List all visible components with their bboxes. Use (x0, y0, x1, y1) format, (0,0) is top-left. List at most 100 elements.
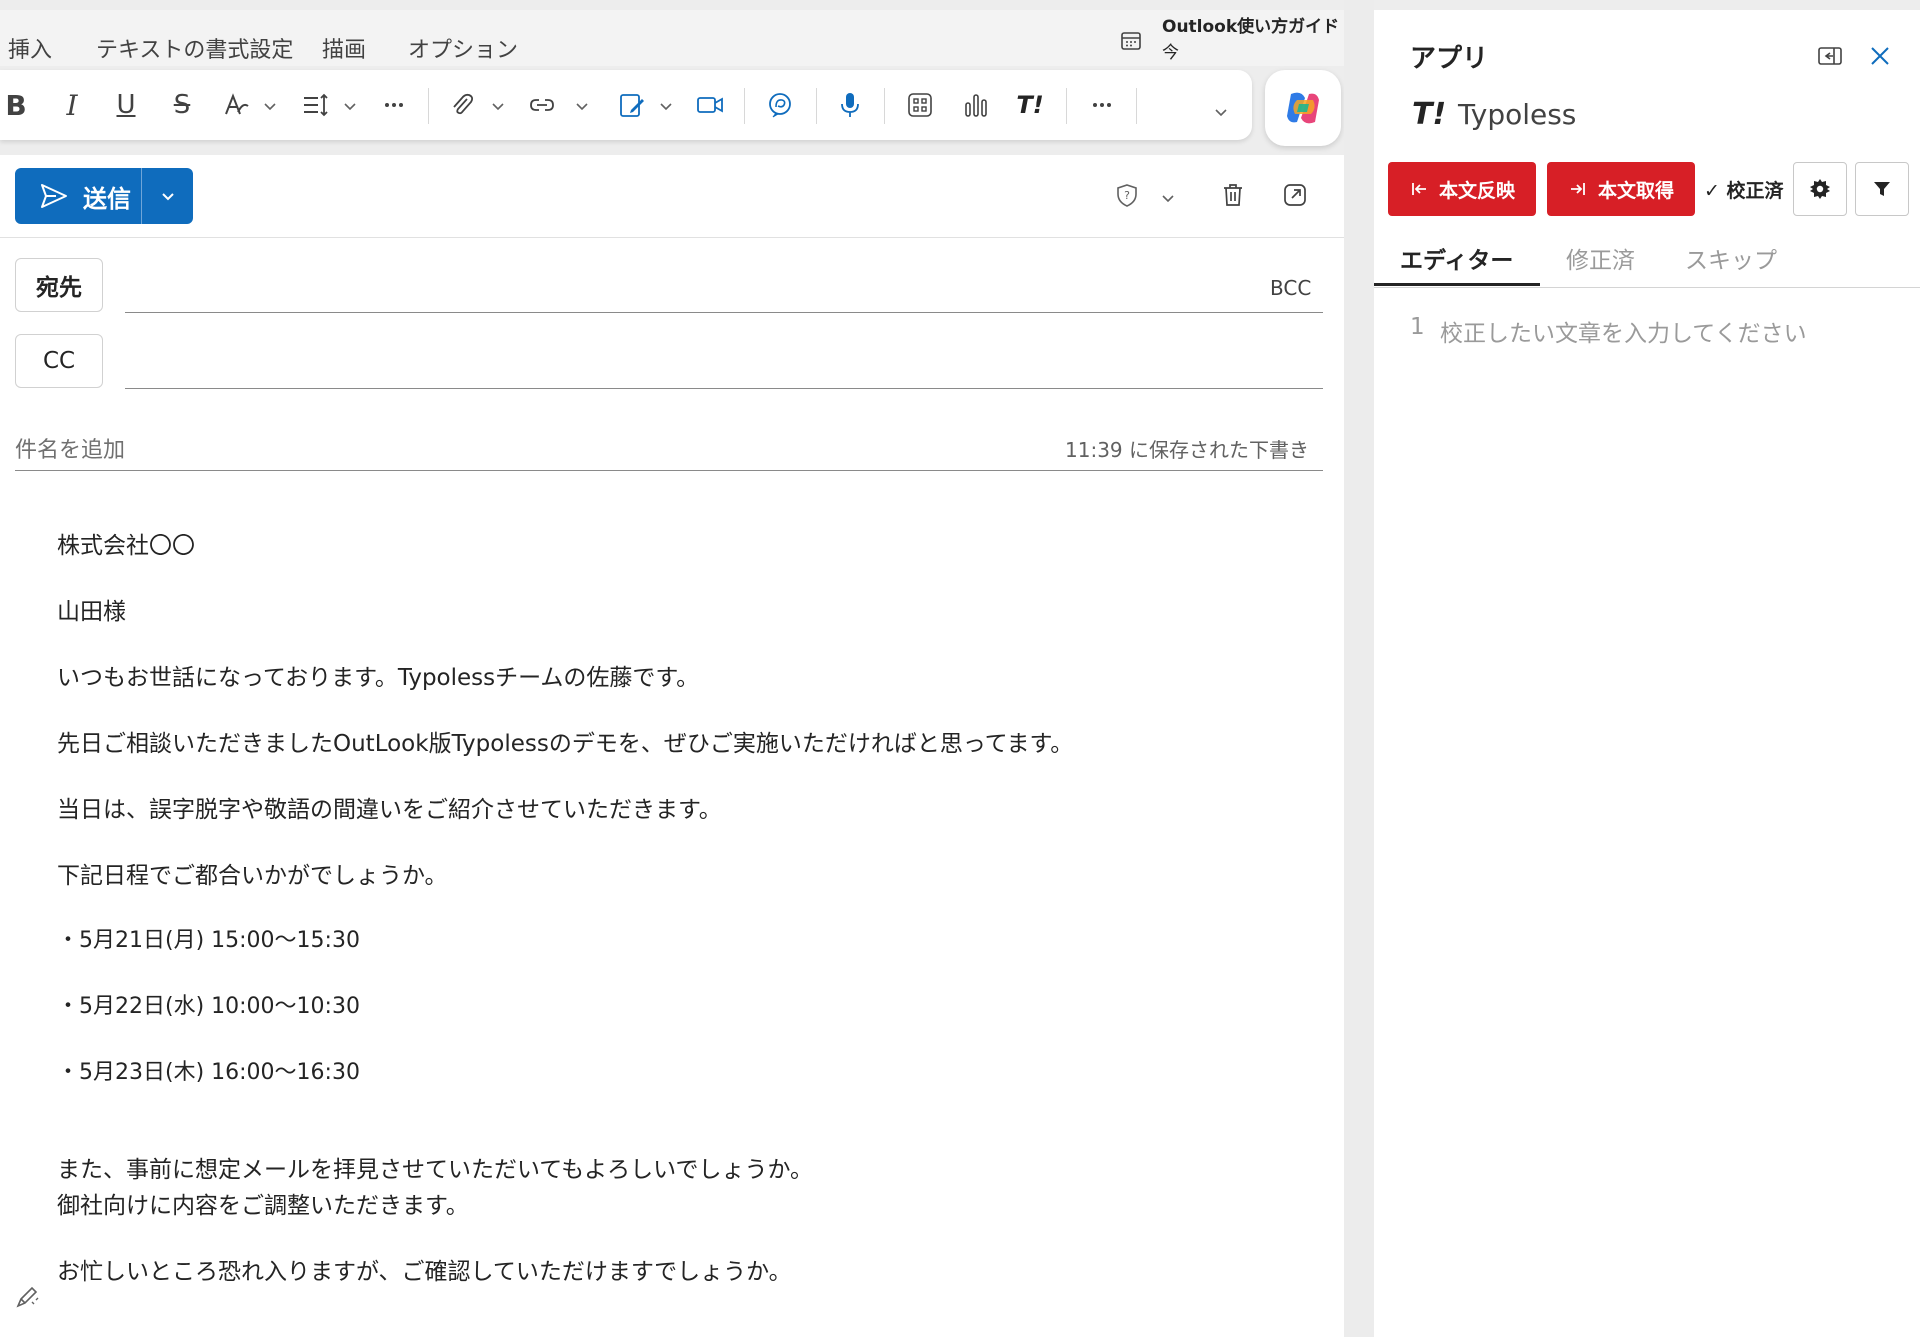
teams-meeting-button[interactable] (690, 86, 730, 124)
insert-link-button[interactable] (522, 86, 562, 124)
send-options-button[interactable] (142, 187, 193, 205)
settings-button[interactable] (1793, 162, 1847, 216)
chevron-down-icon[interactable] (658, 98, 674, 114)
proofread-status: ✓ 校正済 (1704, 180, 1784, 202)
apps-grid-icon (908, 93, 932, 117)
chevron-down-icon[interactable] (1160, 190, 1176, 206)
apply-body-label: 本文反映 (1438, 179, 1515, 202)
sensitivity-button[interactable]: ? (1110, 178, 1144, 212)
apply-body-button[interactable]: 本文反映 (1388, 162, 1536, 216)
to-label: 宛先 (36, 275, 82, 301)
reminder-time: 今 (1162, 43, 1179, 63)
tab-skipped[interactable]: スキップ (1685, 241, 1777, 275)
chevron-down-icon[interactable] (342, 98, 358, 114)
expand-ribbon-icon[interactable] (1213, 104, 1229, 120)
tab-format-text[interactable]: テキストの書式設定 (96, 32, 293, 64)
send-label: 送信 (83, 184, 131, 213)
close-pane-button[interactable] (1864, 40, 1896, 72)
text-highlight-button[interactable] (216, 86, 256, 124)
attach-file-button[interactable] (442, 86, 482, 124)
chevron-down-icon[interactable] (262, 98, 278, 114)
more-icon (1093, 103, 1111, 107)
typoless-logo: T! (1412, 97, 1446, 132)
chevron-down-icon[interactable] (574, 98, 590, 114)
viva-insights-button[interactable] (956, 86, 996, 124)
tab-divider (1374, 287, 1920, 288)
tab-fixed[interactable]: 修正済 (1566, 241, 1635, 275)
loop-button[interactable] (760, 86, 800, 124)
editor-line-number: 1 (1410, 314, 1425, 340)
cc-field[interactable] (125, 388, 1323, 389)
calendar-icon[interactable] (1120, 30, 1142, 52)
body-line: 下記日程でご都合いかがでしょうか。 (57, 863, 448, 889)
editor-pen-icon[interactable] (12, 1282, 42, 1312)
body-line: 山田様 (57, 599, 126, 625)
tab-options[interactable]: オプション (408, 32, 518, 64)
svg-text:?: ? (1124, 189, 1130, 202)
more-apps-button[interactable] (1082, 86, 1122, 124)
typoless-logo-icon: T! (1016, 91, 1044, 119)
line-spacing-icon (304, 93, 328, 117)
arrow-left-to-bar-icon (1412, 183, 1426, 195)
active-tab-indicator (1374, 283, 1540, 286)
pin-pane-icon (1818, 47, 1842, 65)
proofread-editor-input[interactable]: 校正したい文章を入力してください (1440, 314, 1807, 348)
pane-gutter (1344, 0, 1374, 1337)
shield-question-icon: ? (1117, 184, 1137, 207)
line-spacing-button[interactable] (296, 86, 336, 124)
underline-icon: U (116, 90, 136, 120)
paperclip-icon (453, 93, 474, 115)
subject-input[interactable]: 件名を追加 (15, 432, 125, 464)
app-pane-title: アプリ (1410, 44, 1489, 74)
strikethrough-button[interactable]: S (162, 86, 202, 124)
italic-button[interactable]: I (52, 86, 92, 124)
pop-out-button[interactable] (1278, 178, 1312, 212)
typoless-addin-button[interactable]: T! (1010, 86, 1050, 124)
chevron-down-icon[interactable] (490, 98, 506, 114)
body-line: 株式会社〇〇 (57, 533, 195, 559)
tab-editor[interactable]: エディター (1400, 241, 1513, 275)
reminder-title[interactable]: Outlook使い方ガイド (1162, 12, 1339, 37)
bcc-button[interactable]: BCC (1270, 276, 1311, 300)
to-button[interactable]: 宛先 (15, 258, 103, 312)
compose-header-divider (0, 237, 1344, 238)
fetch-body-label: 本文取得 (1597, 179, 1674, 202)
arrow-right-to-bar-icon (1570, 183, 1585, 195)
signature-button[interactable] (612, 86, 652, 124)
italic-icon: I (66, 88, 78, 122)
cc-button[interactable]: CC (15, 334, 103, 388)
body-line: いつもお世話になっております。Typolessチームの佐藤です。 (57, 665, 700, 691)
send-button[interactable]: 送信 (15, 168, 141, 224)
body-line: ・5月23日(木) 16:00〜16:30 (57, 1060, 360, 1085)
underline-button[interactable]: U (106, 86, 146, 124)
body-line: また、事前に想定メールを拝見させていただいてもよろしいでしょうか。 (57, 1157, 814, 1183)
tab-draw[interactable]: 描画 (322, 32, 366, 64)
bold-button[interactable]: B (0, 86, 36, 124)
signature-icon (620, 94, 644, 117)
format-toolbar: B I U S T! (0, 70, 1252, 140)
gear-icon (1810, 179, 1830, 199)
filter-button[interactable] (1855, 162, 1909, 216)
apps-button[interactable] (900, 86, 940, 124)
link-icon (530, 99, 554, 111)
fetch-body-button[interactable]: 本文取得 (1547, 162, 1695, 216)
filter-icon (1874, 182, 1890, 196)
body-line: 当日は、誤字脱字や敬語の間違いをご紹介させていただきます。 (57, 797, 722, 823)
more-format-button[interactable] (374, 86, 414, 124)
typoless-logo-text: T! (1412, 97, 1447, 132)
to-field[interactable] (125, 312, 1323, 313)
app-name: Typoless (1458, 98, 1577, 131)
discard-button[interactable] (1216, 178, 1250, 212)
dictate-button[interactable] (830, 86, 870, 124)
dock-pane-button[interactable] (1814, 40, 1846, 72)
body-line: ・5月22日(水) 10:00〜10:30 (57, 994, 360, 1019)
tab-insert[interactable]: 挿入 (8, 32, 52, 64)
loop-icon (769, 93, 791, 118)
body-line: お忙しいところ恐れ入りますが、ご確認していただけますでしょうか。 (57, 1259, 792, 1285)
close-icon (1871, 47, 1889, 65)
send-button-group: 送信 (15, 168, 193, 224)
copilot-button[interactable] (1265, 70, 1341, 146)
chevron-down-icon (161, 193, 174, 201)
draft-saved-status: 11:39 に保存された下書き (1065, 438, 1309, 462)
bold-icon: B (5, 88, 27, 122)
